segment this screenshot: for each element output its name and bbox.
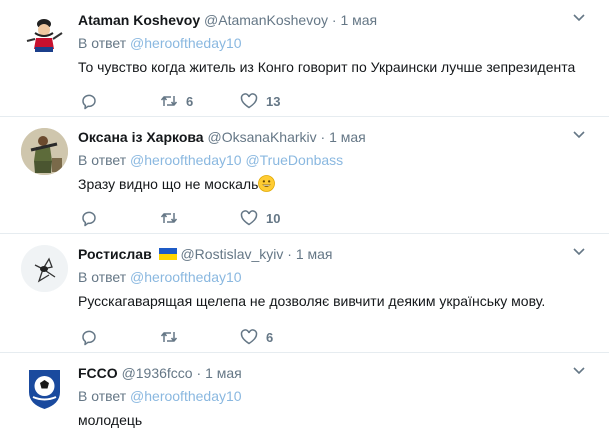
avatar[interactable]: [21, 11, 68, 58]
reply-context: В ответ @herooftheday10: [78, 387, 589, 405]
reply-icon: [82, 211, 96, 227]
tweet-text: Зразу видно що не москаль: [78, 174, 589, 194]
tweet-time[interactable]: 1 мая: [340, 12, 377, 28]
like-action[interactable]: 10: [240, 208, 280, 228]
author-handle[interactable]: @AtamanKoshevoy: [204, 12, 328, 28]
reply-to-link[interactable]: @herooftheday10: [130, 388, 242, 404]
reply-icon: [82, 94, 96, 110]
like-action[interactable]: 6: [240, 327, 273, 347]
reply-context: В ответ @herooftheday10: [78, 268, 589, 286]
reply-prefix: В ответ: [78, 35, 127, 51]
reply-context: В ответ @herooftheday10: [78, 34, 589, 52]
like-count: 13: [266, 93, 281, 109]
retweet-count: 6: [186, 93, 194, 109]
retweet-icon: [160, 213, 178, 223]
tweet-text-body: Зразу видно що не москаль: [78, 176, 259, 192]
tweet-content: Ростислав @Rostislav_kyiv · 1 мая В отве…: [78, 245, 589, 311]
retweet-action[interactable]: [160, 208, 186, 228]
reply-to-link-2[interactable]: @TrueDonbass: [245, 152, 343, 168]
tweet-time[interactable]: 1 мая: [296, 246, 333, 262]
reply-prefix: В ответ: [78, 388, 127, 404]
reply-action[interactable]: [80, 327, 98, 347]
tweet-text: молодець: [78, 412, 143, 428]
chevron-down-icon[interactable]: [573, 248, 585, 256]
tweet-header: FCCO @1936fcco · 1 мая: [78, 364, 589, 382]
author-name[interactable]: Ростислав: [78, 246, 152, 262]
cossack-avatar-icon: [21, 11, 68, 58]
retweet-icon: [160, 96, 178, 106]
tweet-content: Оксана із Харкова @OksanaKharkiv · 1 мая…: [78, 128, 589, 194]
heart-icon: [240, 93, 258, 109]
tweet-text: То чувство когда житель из Конго говорит…: [78, 59, 576, 75]
avatar[interactable]: [21, 128, 68, 175]
reply-prefix: В ответ: [78, 152, 127, 168]
retweet-action[interactable]: [160, 327, 186, 347]
like-count: 6: [266, 329, 274, 345]
chevron-down-icon[interactable]: [573, 131, 585, 139]
tweet-actions: 6 13: [78, 91, 378, 111]
reply-feed: Ataman Koshevoy @AtamanKoshevoy · 1 мая …: [0, 0, 609, 433]
reply-prefix: В ответ: [78, 269, 127, 285]
tweet-time[interactable]: 1 мая: [329, 129, 366, 145]
chevron-down-icon[interactable]: [573, 367, 585, 375]
reply-to-link[interactable]: @herooftheday10: [130, 152, 242, 168]
tweet-actions: 6: [78, 327, 378, 347]
author-handle[interactable]: @OksanaKharkiv: [207, 129, 316, 145]
like-count: 10: [266, 210, 281, 226]
reply-context: В ответ @herooftheday10 @TrueDonbass: [78, 151, 589, 169]
tweet-content: FCCO @1936fcco · 1 мая В ответ @heroofth…: [78, 364, 589, 430]
soldier-avatar-icon: [21, 128, 68, 175]
avatar[interactable]: [21, 364, 68, 411]
football-club-logo-icon: [21, 364, 68, 411]
default-egg-avatar-icon: [21, 245, 68, 292]
author-name[interactable]: Оксана із Харкова: [78, 129, 204, 145]
tweet-text: Русскагаварящая щелепа не дозволяє вивчи…: [78, 293, 546, 309]
separator-dot: ·: [320, 129, 326, 145]
tweet-header: Ataman Koshevoy @AtamanKoshevoy · 1 мая: [78, 11, 589, 29]
separator-dot: ·: [287, 246, 292, 262]
reply-action[interactable]: [80, 208, 98, 228]
tweet[interactable]: Ataman Koshevoy @AtamanKoshevoy · 1 мая …: [0, 0, 609, 117]
author-name[interactable]: Ataman Koshevoy: [78, 12, 200, 28]
author-handle[interactable]: @Rostislav_kyiv: [180, 246, 283, 262]
reply-icon: [82, 330, 96, 346]
heart-icon: [240, 329, 258, 345]
like-action[interactable]: 13: [240, 91, 280, 111]
retweet-icon: [160, 332, 178, 342]
chevron-down-icon[interactable]: [573, 14, 585, 22]
tweet-content: Ataman Koshevoy @AtamanKoshevoy · 1 мая …: [78, 11, 589, 77]
author-name[interactable]: FCCO: [78, 365, 118, 381]
retweet-action[interactable]: 6: [160, 91, 193, 111]
tweet-time[interactable]: 1 мая: [205, 365, 242, 381]
ukraine-flag-icon: [158, 248, 177, 260]
tweet-header: Ростислав @Rostislav_kyiv · 1 мая: [78, 245, 589, 263]
smiley-emoji-icon: [258, 175, 276, 192]
heart-icon: [240, 210, 258, 226]
reply-action[interactable]: [80, 91, 98, 111]
tweet[interactable]: Оксана із Харкова @OksanaKharkiv · 1 мая…: [0, 117, 609, 234]
separator-dot: ·: [196, 365, 202, 381]
reply-to-link[interactable]: @herooftheday10: [130, 35, 242, 51]
separator-dot: ·: [331, 12, 337, 28]
tweet[interactable]: Ростислав @Rostislav_kyiv · 1 мая В отве…: [0, 234, 609, 353]
avatar[interactable]: [21, 245, 68, 292]
tweet[interactable]: FCCO @1936fcco · 1 мая В ответ @heroofth…: [0, 353, 609, 433]
author-handle[interactable]: @1936fcco: [122, 365, 193, 381]
tweet-header: Оксана із Харкова @OksanaKharkiv · 1 мая: [78, 128, 589, 146]
reply-to-link[interactable]: @herooftheday10: [130, 269, 242, 285]
tweet-actions: 10: [78, 208, 378, 228]
